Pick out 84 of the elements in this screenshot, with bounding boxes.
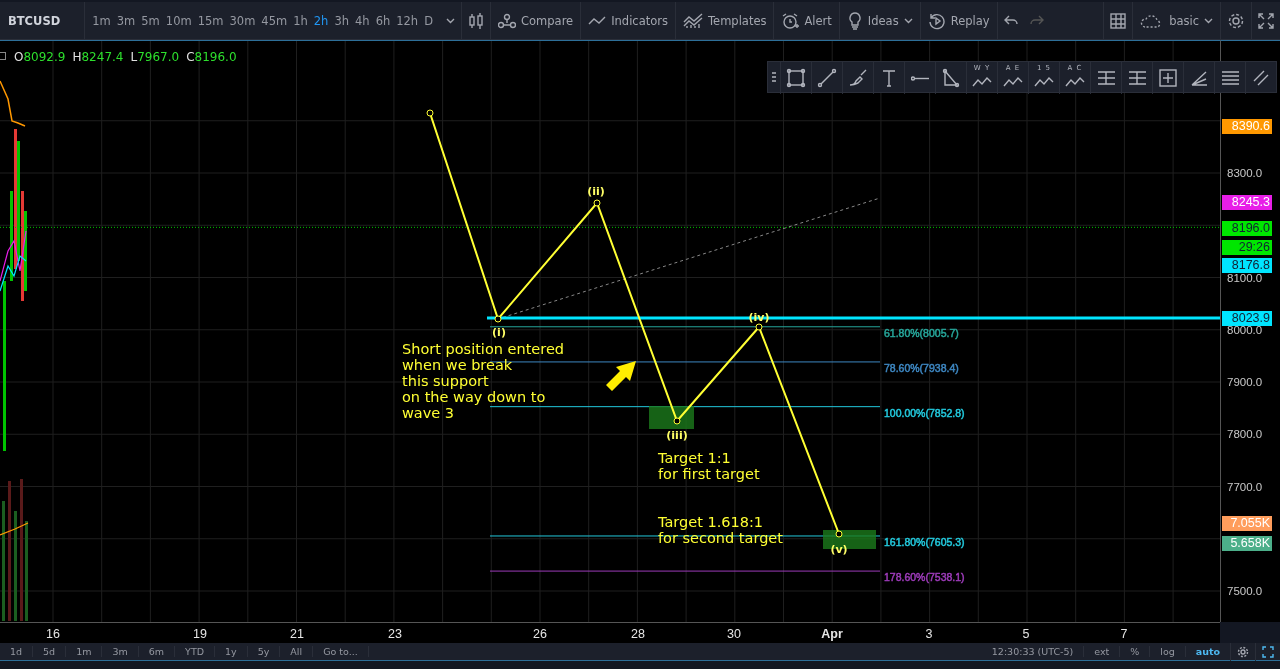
range-button[interactable]: 5y: [247, 646, 281, 657]
interval-button[interactable]: 1m: [89, 13, 114, 28]
date-tick: 21: [290, 627, 304, 641]
interval-button[interactable]: 12h: [393, 13, 422, 28]
price-tag: 8390.6: [1222, 119, 1272, 134]
price-tag: 8023.9: [1222, 311, 1272, 326]
interval-button[interactable]: 15m: [194, 13, 227, 28]
fibonacci-level-label: 78.60%(7938.4): [884, 361, 959, 374]
wave-label: (i): [492, 326, 506, 339]
range-button[interactable]: 3m: [102, 646, 139, 657]
ohlc-key: L: [130, 50, 138, 64]
range-button[interactable]: 5d: [33, 646, 67, 657]
ohlc-key: O: [14, 50, 24, 64]
interval-button[interactable]: 5m: [138, 13, 163, 28]
toolbar-button[interactable]: Indicators: [580, 1, 675, 40]
ohlc-value: 8092.9: [23, 50, 66, 64]
price-tick: 7500.0: [1227, 585, 1263, 597]
ohlc-key: C: [186, 50, 195, 64]
price-tag: 5.658K: [1222, 536, 1272, 551]
price-tag: 7.055K: [1222, 516, 1272, 531]
price-tick: 7700.0: [1227, 480, 1263, 493]
ohlc-value: 8247.4: [81, 50, 124, 64]
toolbar-button[interactable]: Ideas: [838, 1, 920, 40]
date-tick: 23: [388, 627, 402, 641]
price-tick: 8100.0: [1227, 271, 1263, 284]
price-tick: 7800.0: [1227, 428, 1263, 441]
ohlc-value: 7967.0: [137, 50, 180, 64]
toolbar-button[interactable]: Alert: [773, 1, 839, 40]
interval-button[interactable]: 30m: [226, 13, 259, 28]
price-tick: 8000.0: [1227, 323, 1263, 336]
price-tag: 29:26: [1222, 240, 1272, 255]
interval-button[interactable]: 6h: [372, 13, 394, 28]
range-button[interactable]: All: [280, 646, 314, 657]
range-button[interactable]: YTD: [175, 646, 215, 657]
date-tick: 19: [193, 627, 207, 641]
fibonacci-level-label: 178.60%(7538.1): [884, 571, 965, 584]
date-tick: 7: [1120, 627, 1128, 641]
interval-button[interactable]: 3h: [331, 13, 352, 28]
range-button[interactable]: 1m: [66, 646, 103, 657]
layout-name-button[interactable]: basic: [1132, 1, 1220, 40]
range-button[interactable]: 6m: [138, 646, 176, 657]
price-tag: 8196.0: [1222, 221, 1272, 236]
interval-button[interactable]: 4h: [352, 13, 373, 28]
scale-toggle[interactable]: ext: [1083, 646, 1120, 657]
ohlc-value: 8196.0: [194, 50, 237, 64]
symbol-name[interactable]: BTCUSD: [0, 1, 86, 40]
date-tick: 16: [46, 627, 60, 641]
chart-note: Short position entered when we break this support on the way down to wave 3: [402, 341, 565, 421]
chart-note: Target 1:1 for first target: [658, 450, 760, 482]
fibonacci-level-label: 161.80%(7605.3): [884, 536, 965, 548]
fibonacci-level-label: 61.80%(8005.7): [884, 326, 959, 339]
wave-label: (iv): [748, 311, 770, 324]
wave-label: (ii): [587, 185, 605, 198]
interval-button[interactable]: 3m: [113, 13, 139, 28]
interval-button[interactable]: D: [421, 13, 436, 28]
price-tag: 8245.3: [1222, 195, 1272, 210]
chart-note: Target 1.618:1 for second target: [658, 514, 783, 546]
scale-toggle[interactable]: log: [1149, 646, 1185, 657]
price-tick: 8300.0: [1227, 167, 1263, 179]
wave-label: (v): [830, 543, 848, 556]
interval-button[interactable]: 2h: [310, 13, 332, 28]
date-tick: Apr: [821, 627, 843, 641]
fibonacci-level-label: 100.00%(7852.8): [884, 406, 965, 419]
date-tick: 30: [727, 627, 741, 641]
range-button[interactable]: Go to...: [313, 646, 369, 657]
date-tick: 26: [533, 627, 547, 641]
toolbar-button[interactable]: Templates: [675, 1, 774, 40]
ohlc-key: H: [72, 50, 82, 64]
toolbar-button[interactable]: Compare: [490, 1, 581, 40]
interval-button[interactable]: 45m: [258, 13, 291, 28]
range-button[interactable]: 1d: [0, 646, 34, 657]
price-tag: 8176.8: [1222, 258, 1272, 273]
date-tick: 3: [925, 627, 933, 641]
date-tick: 5: [1022, 627, 1030, 641]
scale-toggle[interactable]: auto: [1184, 646, 1230, 657]
clock-time: 12:30:33 (UTC-5): [990, 646, 1075, 657]
interval-button[interactable]: 1h: [290, 13, 311, 28]
scale-toggle[interactable]: %: [1119, 646, 1150, 657]
range-button[interactable]: 1y: [215, 646, 248, 657]
date-tick: 28: [631, 627, 645, 641]
wave-label: (iii): [666, 429, 688, 442]
toolbar-button[interactable]: Replay: [919, 1, 997, 40]
price-tick: 7900.0: [1227, 376, 1263, 388]
interval-button[interactable]: 10m: [162, 13, 195, 28]
